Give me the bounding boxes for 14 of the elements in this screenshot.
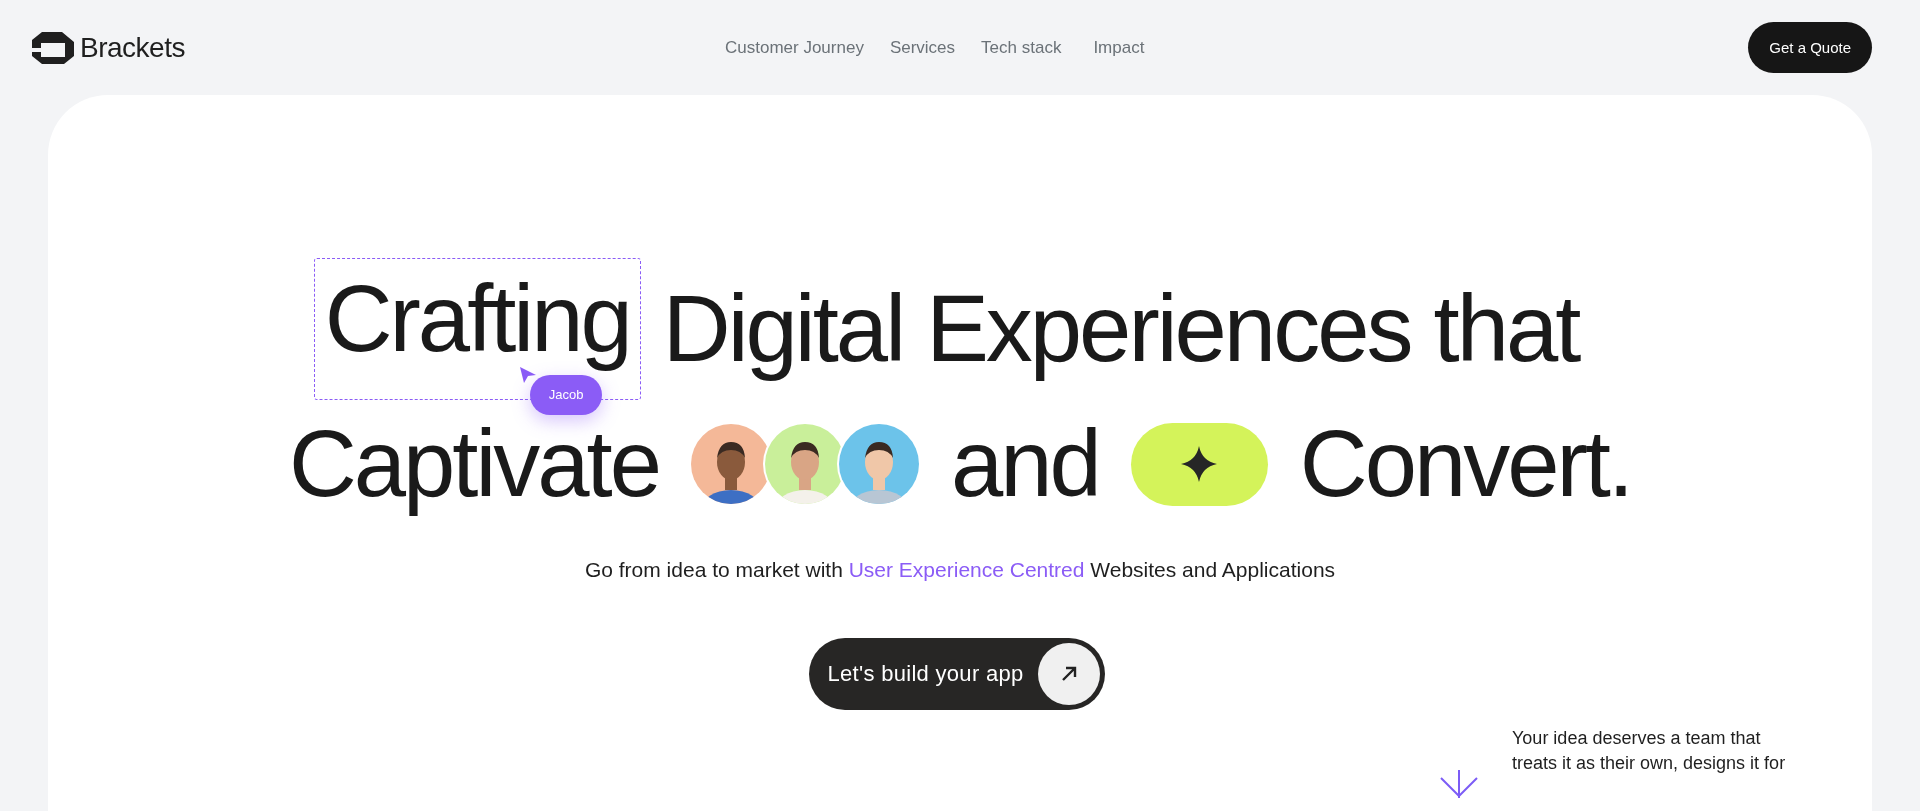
logo-icon bbox=[32, 31, 74, 64]
headline-text: and bbox=[951, 410, 1099, 519]
headline-text: Digital Experiences that bbox=[662, 275, 1579, 383]
nav-link[interactable]: Customer Journey bbox=[725, 37, 864, 58]
logo-text: Brackets bbox=[80, 31, 185, 64]
intro-paragraph: Your idea deserves a team that treats it as their own, designs it for bbox=[1512, 727, 1787, 776]
build-app-button[interactable]: Let's build your app bbox=[809, 638, 1105, 711]
nav-link[interactable]: Impact bbox=[1093, 37, 1145, 58]
nav-link[interactable]: Services bbox=[889, 37, 956, 58]
nav-link[interactable]: Tech stack bbox=[981, 37, 1062, 58]
quote-button[interactable]: Get a Quote bbox=[1748, 22, 1872, 73]
subtitle: Go from idea to market with User Experience Centred Websites and Applications bbox=[583, 558, 1337, 583]
user-label: Jacob bbox=[529, 375, 603, 415]
headline-text: Convert. bbox=[1299, 410, 1632, 519]
